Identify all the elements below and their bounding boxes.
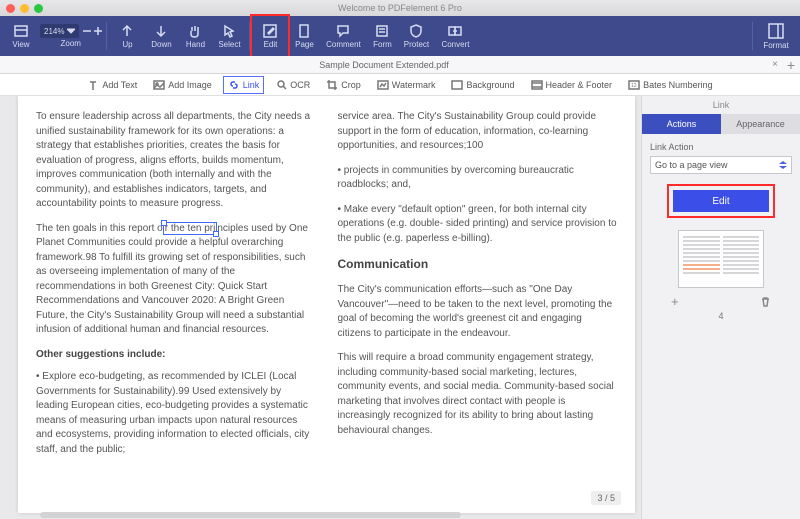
traffic-lights	[6, 4, 43, 13]
comment-button[interactable]: Comment	[321, 17, 365, 55]
workspace: To ensure leadership across all departme…	[0, 96, 800, 519]
watermark-icon	[377, 79, 389, 91]
up-button[interactable]: Up	[110, 17, 144, 55]
page-button[interactable]: Page	[287, 17, 321, 55]
format-panel-button[interactable]: Format	[756, 22, 796, 50]
svg-text:12: 12	[631, 83, 637, 89]
convert-icon	[447, 23, 463, 39]
format-icon	[767, 22, 785, 40]
hand-button[interactable]: Hand	[178, 17, 212, 55]
panel-title: Link	[642, 96, 800, 114]
body-text[interactable]: • Explore eco-budgeting, as recommended …	[36, 370, 316, 457]
shield-icon	[408, 23, 424, 39]
close-window-icon[interactable]	[6, 4, 15, 13]
background-button[interactable]: Background	[446, 76, 519, 94]
edit-button-highlight: Edit	[673, 190, 769, 212]
thumb-add-button[interactable]: +	[671, 294, 679, 309]
header-footer-icon	[531, 79, 543, 91]
zoom-label: Zoom	[61, 39, 81, 48]
edit-mode-button[interactable]: Edit	[253, 17, 287, 55]
tab-appearance[interactable]: Appearance	[721, 114, 800, 134]
hand-icon	[187, 23, 203, 39]
section-label: Link Action	[642, 134, 800, 156]
body-text[interactable]: service area. The City's Sustainability …	[338, 110, 618, 154]
window-titlebar: Welcome to PDFelement 6 Pro	[0, 0, 800, 16]
link-button[interactable]: Link	[223, 76, 265, 94]
zoom-in-icon[interactable]	[93, 26, 103, 36]
arrow-up-icon	[119, 23, 135, 39]
body-text[interactable]: To ensure leadership across all departme…	[36, 110, 316, 212]
page-canvas[interactable]: To ensure leadership across all departme…	[18, 96, 635, 513]
subheading[interactable]: Other suggestions include:	[36, 348, 316, 363]
close-tab-button[interactable]: ×	[768, 59, 782, 70]
link-selection-box[interactable]: r the ten pri	[163, 222, 218, 235]
maximize-window-icon[interactable]	[34, 4, 43, 13]
edit-sub-toolbar: Add Text Add Image Link OCR Crop Waterma…	[0, 74, 800, 96]
crop-icon	[326, 79, 338, 91]
new-tab-button[interactable]: +	[782, 57, 800, 73]
ocr-icon	[275, 79, 287, 91]
panel-tabs: Actions Appearance	[642, 114, 800, 134]
crop-button[interactable]: Crop	[321, 76, 366, 94]
body-text[interactable]: The City's communication efforts—such as…	[338, 283, 618, 341]
link-icon	[228, 79, 240, 91]
zoom-value-dropdown[interactable]: 214%	[40, 24, 79, 38]
form-icon	[374, 23, 390, 39]
comment-icon	[335, 23, 351, 39]
form-button[interactable]: Form	[365, 17, 399, 55]
watermark-button[interactable]: Watermark	[372, 76, 441, 94]
arrow-down-icon	[153, 23, 169, 39]
chevron-down-icon	[67, 27, 75, 35]
zoom-out-icon[interactable]	[82, 26, 92, 36]
thumbnail-page-number: 4	[718, 311, 723, 321]
ocr-button[interactable]: OCR	[270, 76, 315, 94]
select-arrows-icon	[779, 161, 787, 169]
link-action-select[interactable]: Go to a page view	[650, 156, 792, 174]
trash-icon[interactable]	[760, 296, 771, 307]
bates-icon: 12	[628, 79, 640, 91]
select-button[interactable]: Select	[212, 17, 246, 55]
link-edit-button[interactable]: Edit	[673, 190, 769, 212]
horizontal-scrollbar[interactable]	[40, 512, 461, 518]
body-text[interactable]: • Make every "default option" green, for…	[338, 203, 618, 247]
header-footer-button[interactable]: Header & Footer	[526, 76, 618, 94]
text-column-left: To ensure leadership across all departme…	[36, 110, 316, 483]
page-thumbnail-area: + 4	[642, 230, 800, 519]
protect-button[interactable]: Protect	[399, 17, 433, 55]
page-indicator: 3 / 5	[591, 491, 621, 505]
tab-actions[interactable]: Actions	[642, 114, 721, 134]
text-column-right: service area. The City's Sustainability …	[338, 110, 618, 483]
body-text[interactable]: • projects in communities by overcoming …	[338, 164, 618, 193]
edit-icon	[262, 23, 278, 39]
minimize-window-icon[interactable]	[20, 4, 29, 13]
page-thumbnail[interactable]	[678, 230, 764, 288]
heading[interactable]: Communication	[338, 256, 618, 273]
convert-button[interactable]: Convert	[433, 17, 477, 55]
main-toolbar: View 214% Zoom Up Down Hand Select	[0, 16, 800, 56]
document-tabbar: Sample Document Extended.pdf × +	[0, 56, 800, 74]
page-icon	[296, 23, 312, 39]
format-side-panel: Link Actions Appearance Link Action Go t…	[641, 96, 800, 519]
background-icon	[451, 79, 463, 91]
document-area[interactable]: To ensure leadership across all departme…	[0, 96, 641, 519]
view-button[interactable]: View	[4, 17, 38, 55]
window-title: Welcome to PDFelement 6 Pro	[0, 3, 800, 13]
image-icon	[153, 79, 165, 91]
body-text[interactable]: This will require a broad community enga…	[338, 351, 618, 438]
bates-numbering-button[interactable]: 12 Bates Numbering	[623, 76, 718, 94]
add-text-button[interactable]: Add Text	[82, 76, 142, 94]
text-icon	[87, 79, 99, 91]
down-button[interactable]: Down	[144, 17, 178, 55]
view-icon	[13, 23, 29, 39]
cursor-icon	[221, 23, 237, 39]
body-text[interactable]: The ten goals in this report or the ten …	[36, 222, 316, 338]
document-tab[interactable]: Sample Document Extended.pdf	[0, 60, 768, 70]
add-image-button[interactable]: Add Image	[148, 76, 217, 94]
